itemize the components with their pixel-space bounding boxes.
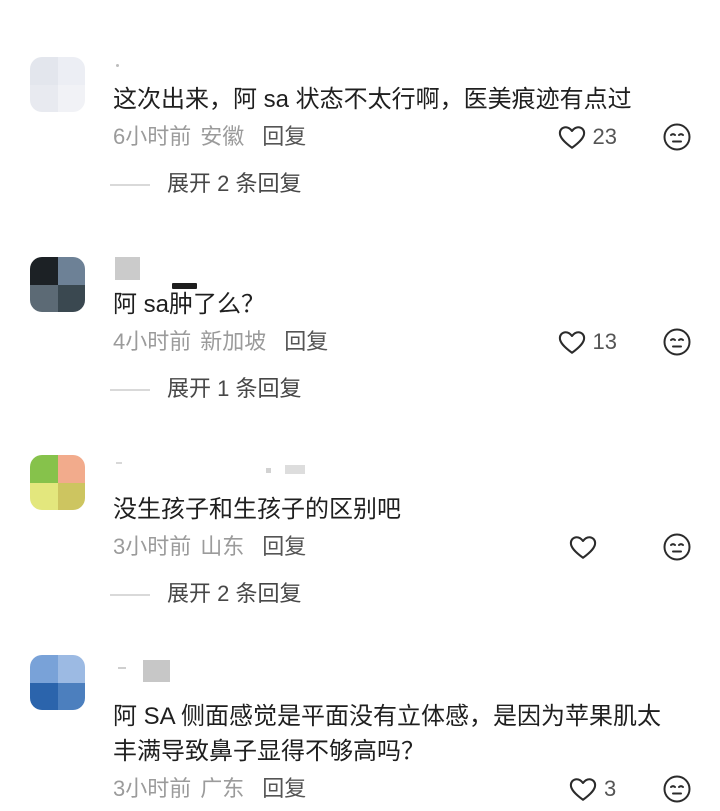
comment-meta-left: 3小时前 广东 回复 (113, 774, 306, 804)
comment-text: 这次出来，阿 sa 状态不太行啊，医美痕迹有点过 (113, 86, 632, 113)
like-button[interactable]: 23 (558, 122, 617, 152)
comment-time: 3小时前 (113, 776, 192, 801)
avatar-mosaic-tile (57, 57, 85, 85)
comment-meta: 6小时前 安徽 回复 23 (0, 122, 720, 152)
comment-item: 阿 SA 侧面感觉是平面没有立体感，是因为苹果肌太丰满导致鼻子显得不够高吗？ 3… (0, 655, 720, 804)
comment-meta-left: 4小时前 新加坡 回复 (113, 327, 328, 357)
comment-time: 3小时前 (113, 534, 192, 559)
avatar-mosaic-tile (57, 682, 85, 710)
heart-outline-icon (569, 535, 597, 559)
username-redaction (115, 257, 140, 280)
avatar-mosaic-tile (57, 482, 85, 510)
dislike-face-icon (663, 328, 691, 356)
avatar-mosaic-tile (30, 84, 58, 112)
reply-button[interactable]: 回复 (262, 532, 306, 562)
avatar-mosaic-tile (30, 455, 58, 483)
dislike-button[interactable] (663, 775, 691, 803)
comment-meta: 3小时前 广东 回复 3 (0, 774, 720, 804)
username-redaction (266, 468, 271, 473)
heart-outline-icon (558, 330, 585, 354)
avatar[interactable] (30, 57, 85, 112)
comment-item: 阿 sa肿了么？ 4小时前 新加坡 回复 13 展开 1 条回复 (0, 257, 720, 404)
comment-meta: 3小时前 山东 回复 (0, 532, 720, 562)
avatar-mosaic-tile (30, 57, 58, 85)
avatar[interactable] (30, 257, 85, 312)
like-count: 13 (592, 329, 617, 354)
username-redaction (116, 64, 119, 67)
reply-button[interactable]: 回复 (262, 774, 306, 804)
comment-time: 6小时前 (113, 124, 192, 149)
expand-replies-button[interactable]: 展开 1 条回复 (0, 374, 720, 404)
comment-meta: 4小时前 新加坡 回复 13 (0, 327, 720, 357)
avatar-mosaic-tile (30, 655, 58, 683)
avatar-mosaic-tile (57, 455, 85, 483)
avatar-mosaic-tile (30, 682, 58, 710)
comment-location: 安徽 (200, 124, 245, 149)
like-button[interactable] (569, 532, 617, 562)
avatar-mosaic-tile (30, 257, 58, 285)
expand-replies-button[interactable]: 展开 2 条回复 (0, 169, 720, 199)
expand-divider-line (110, 389, 150, 391)
like-count: 23 (592, 124, 617, 149)
username-redaction (172, 283, 197, 289)
comment-location: 山东 (200, 534, 245, 559)
avatar-mosaic-tile (30, 284, 58, 312)
heart-outline-icon (558, 125, 585, 149)
comment-time: 4小时前 (113, 329, 192, 354)
expand-divider-line (110, 594, 150, 596)
dislike-button[interactable] (663, 123, 691, 151)
comment-text: 阿 sa肿了么？ (113, 291, 266, 318)
avatar-mosaic-tile (30, 482, 58, 510)
dislike-button[interactable] (663, 328, 691, 356)
username-redaction (143, 660, 170, 682)
like-button[interactable]: 3 (569, 774, 617, 804)
expand-divider-line (110, 184, 150, 186)
expand-replies-button[interactable]: 展开 2 条回复 (0, 579, 720, 609)
avatar[interactable] (30, 655, 85, 710)
comment-text: 阿 SA 侧面感觉是平面没有立体感，是因为苹果肌太丰满导致鼻子显得不够高吗？ (113, 703, 662, 765)
comment-meta-left: 6小时前 安徽 回复 (113, 122, 306, 152)
avatar-mosaic-tile (57, 257, 85, 285)
comment-item: 这次出来，阿 sa 状态不太行啊，医美痕迹有点过 6小时前 安徽 回复 23 展… (0, 57, 720, 199)
comment-location: 新加坡 (200, 329, 267, 354)
comment-text: 没生孩子和生孩子的区别吧 (113, 496, 401, 523)
like-count: 3 (604, 776, 617, 801)
heart-outline-icon (569, 777, 597, 801)
expand-replies-label: 展开 2 条回复 (167, 171, 302, 196)
avatar-mosaic-tile (57, 84, 85, 112)
dislike-button[interactable] (663, 533, 691, 561)
avatar-mosaic-tile (57, 655, 85, 683)
like-button[interactable]: 13 (558, 327, 617, 357)
comment-location: 广东 (200, 776, 245, 801)
dislike-face-icon (663, 123, 691, 151)
reply-button[interactable]: 回复 (284, 327, 328, 357)
expand-replies-label: 展开 2 条回复 (167, 581, 302, 606)
avatar[interactable] (30, 455, 85, 510)
username-redaction (285, 465, 305, 474)
reply-button[interactable]: 回复 (262, 122, 306, 152)
username-redaction (116, 462, 122, 464)
avatar-mosaic-tile (57, 284, 85, 312)
dislike-face-icon (663, 775, 691, 803)
dislike-face-icon (663, 533, 691, 561)
expand-replies-label: 展开 1 条回复 (167, 376, 302, 401)
comment-meta-left: 3小时前 山东 回复 (113, 532, 306, 562)
comment-item: 没生孩子和生孩子的区别吧 3小时前 山东 回复 展开 2 条回复 (0, 455, 720, 609)
username-redaction (118, 667, 126, 669)
